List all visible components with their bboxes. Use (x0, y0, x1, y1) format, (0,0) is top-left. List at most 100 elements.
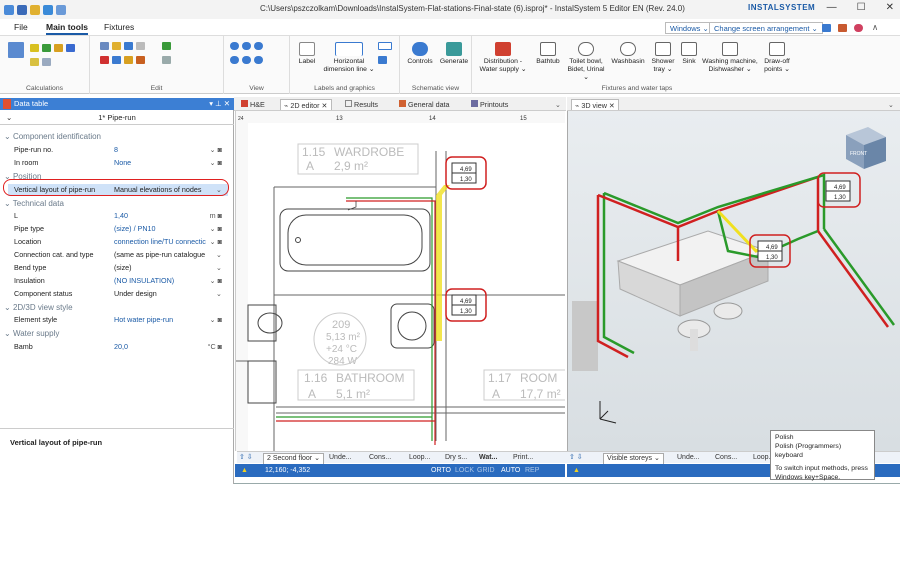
refresh-view-icon[interactable] (254, 56, 263, 64)
row-element-style[interactable]: Element style Hot water pipe-run ⌄ ◙ (8, 314, 228, 326)
element-style-value[interactable]: Hot water pipe-run (114, 314, 173, 326)
sink-button[interactable]: Sink (678, 42, 700, 66)
pipe-type-value[interactable]: (size) / PN10 (114, 223, 156, 235)
3d-nav-icons[interactable]: ⇧ ⇩ (569, 452, 583, 464)
status-water[interactable]: Wat... (479, 452, 497, 464)
zoom-window-icon[interactable] (254, 42, 263, 50)
toilet-symbol[interactable] (247, 304, 277, 342)
washing-machine-button[interactable]: Washing machine, Dishwasher ⌄ (700, 42, 760, 74)
ribbon-collapse-icon[interactable]: ∧ (872, 22, 878, 33)
save-icon[interactable] (17, 4, 27, 15)
zoom-out-icon[interactable] (242, 42, 251, 50)
copy-icon[interactable] (100, 42, 109, 50)
insulation-value[interactable]: (NO INSULATION) (114, 275, 174, 287)
calc-table-icon[interactable] (66, 44, 75, 52)
array-icon[interactable] (136, 56, 145, 64)
text-abc-icon[interactable] (378, 42, 392, 50)
mode-orto[interactable]: ORTO (431, 464, 451, 477)
pipe-no-dropdown-icon[interactable]: ⌄ ◙ (210, 144, 222, 156)
tabs-menu-icon[interactable]: ⌄ (552, 99, 564, 110)
pan-icon[interactable] (242, 56, 251, 64)
tab-printouts[interactable]: Printouts (468, 99, 511, 110)
bathtub-button[interactable]: Bathtub (534, 42, 562, 66)
close-button[interactable]: ✕ (886, 2, 894, 13)
connection-cat-dropdown-icon[interactable]: ⌄ (216, 249, 222, 261)
insert-image-icon[interactable] (378, 56, 387, 64)
paste-icon[interactable] (112, 42, 121, 50)
tab-general-data[interactable]: General data (396, 99, 453, 110)
select-icon[interactable] (136, 42, 145, 50)
location-dropdown-icon[interactable]: ⌄ ◙ (210, 236, 222, 248)
pipe-type-dropdown-icon[interactable]: ⌄ ◙ (210, 223, 222, 235)
mode-lock[interactable]: LOCK (455, 464, 474, 477)
zoom-in-icon[interactable] (230, 42, 239, 50)
toilet-button[interactable]: Toilet bowl, Bidet, Urinal ⌄ (564, 42, 608, 82)
menu-fixtures[interactable]: Fixtures (104, 22, 134, 32)
row-bend-type[interactable]: Bend type (size) ⌄ (8, 262, 228, 274)
elevation-callout-bottom[interactable]: 4,69 1,30 (445, 288, 487, 322)
status-print[interactable]: Print... (513, 452, 533, 464)
help-icon[interactable] (854, 24, 863, 32)
row-length[interactable]: L 1,40 m ◙ (8, 210, 228, 222)
elevation-callout-top[interactable]: 4,69 1,30 (445, 156, 487, 190)
insulation-dropdown-icon[interactable]: ⌄ ◙ (210, 275, 222, 287)
tab-he[interactable]: H&E (238, 99, 268, 110)
category-water-supply[interactable]: ⌄ Water supply (0, 328, 230, 340)
move-icon[interactable] (162, 42, 171, 50)
mode-rep[interactable]: REP (525, 464, 539, 477)
warning-icon[interactable]: ▲ (241, 464, 248, 477)
washbasin-symbol[interactable] (390, 303, 435, 349)
draw-off-button[interactable]: Draw-off points ⌄ (762, 42, 792, 74)
3d-warning-icon[interactable]: ▲ (573, 464, 580, 477)
category-technical[interactable]: ⌄ Technical data (0, 198, 230, 210)
horizontal-dimension-button[interactable]: Horizontal dimension line ⌄ (322, 42, 376, 74)
tab-results[interactable]: Results (342, 99, 381, 110)
status-value[interactable]: Under design (114, 288, 157, 300)
row-connection-cat[interactable]: Connection cat. and type (same as pipe-r… (8, 249, 228, 261)
generate-button[interactable]: Generate (438, 42, 470, 66)
label-button[interactable]: Label (294, 42, 320, 66)
row-insulation[interactable]: Insulation (NO INSULATION) ⌄ ◙ (8, 275, 228, 287)
undo-edit-icon[interactable] (124, 42, 133, 50)
status-loop[interactable]: Loop... (409, 452, 430, 464)
pipe-no-value[interactable]: 8 (114, 144, 118, 156)
category-style[interactable]: ⌄ 2D/3D view style (0, 302, 230, 314)
row-in-room[interactable]: In room None ⌄ ◙ (8, 157, 228, 169)
row-location[interactable]: Location connection line/TU connectic ⌄ … (8, 236, 228, 248)
tab-2d-editor[interactable]: ⌁ 2D editor ✕ (280, 99, 332, 110)
rotate-icon[interactable] (112, 56, 121, 64)
row-bamb[interactable]: Bamb 20,0 °C ◙ (8, 341, 228, 353)
category-identification[interactable]: ⌄ Component identification (0, 131, 230, 143)
status-construction[interactable]: Cons... (369, 452, 391, 464)
right-tabs-menu-icon[interactable]: ⌄ (885, 99, 897, 110)
in-room-dropdown-icon[interactable]: ⌄ ◙ (210, 157, 222, 169)
layout-icon[interactable] (822, 24, 831, 32)
in-room-value[interactable]: None (114, 157, 131, 169)
undo-icon[interactable] (56, 4, 66, 15)
status-under-design[interactable]: Unde... (329, 452, 352, 464)
bathtub-symbol[interactable] (279, 208, 431, 272)
menu-main-tools[interactable]: Main tools (46, 22, 89, 35)
status-dropdown-icon[interactable]: ⌄ (216, 288, 222, 300)
menu-file[interactable]: File (14, 22, 28, 32)
calc-step-icon[interactable] (30, 44, 39, 52)
maximize-button[interactable]: ☐ (857, 2, 866, 13)
palette-icon[interactable] (838, 24, 847, 32)
washbasin-button[interactable]: Washbasin (610, 42, 646, 66)
row-pipe-type[interactable]: Pipe type (size) / PN10 ⌄ ◙ (8, 223, 228, 235)
calc-warning-icon[interactable] (54, 44, 63, 52)
row-component-status[interactable]: Component status Under design ⌄ (8, 288, 228, 300)
view-cube[interactable]: FRONT (846, 127, 886, 169)
shower-button[interactable]: Shower tray ⌄ (648, 42, 678, 74)
bend-type-value[interactable]: (size) (114, 262, 132, 274)
calc-options-icon[interactable] (42, 58, 51, 66)
3d-toilet[interactable] (713, 302, 743, 320)
tab-3d-view[interactable]: ⌁ 3D view ✕ (571, 99, 619, 110)
selected-pipe-run[interactable] (436, 195, 442, 341)
screen-arrangement-dropdown[interactable]: Change screen arrangement ⌄ (709, 22, 823, 34)
3d-status-construction[interactable]: Cons... (715, 452, 737, 464)
element-selector[interactable]: ⌄ 1* Pipe-run (0, 111, 234, 125)
3d-status-under-design[interactable]: Unde... (677, 452, 700, 464)
align-icon[interactable] (162, 56, 171, 64)
new-icon[interactable] (43, 4, 53, 15)
